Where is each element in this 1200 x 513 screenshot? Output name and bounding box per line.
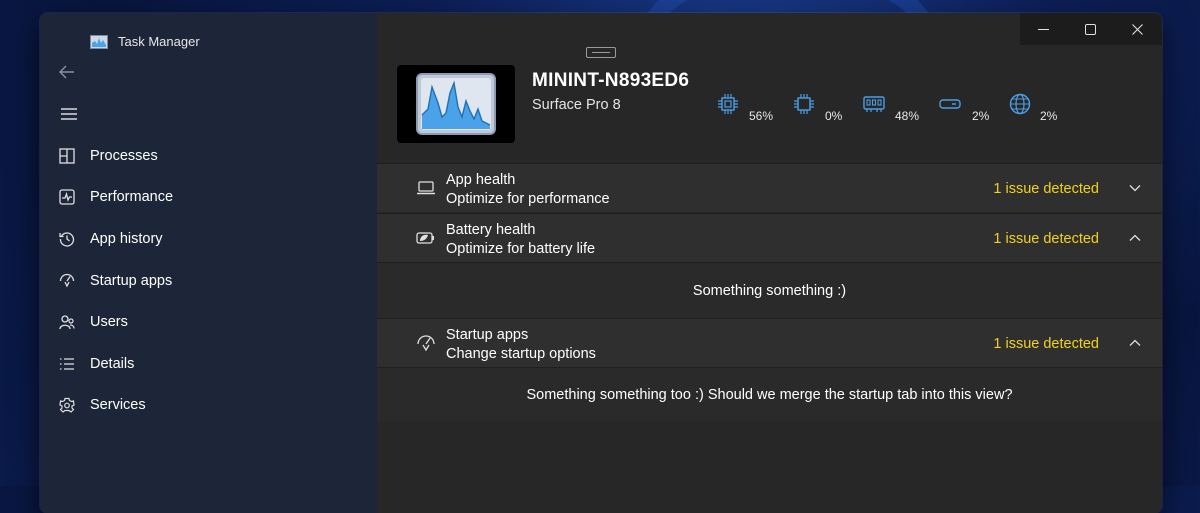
section-status: 1 issue detected xyxy=(993,181,1099,197)
performance-graph-icon xyxy=(416,73,496,135)
maximize-button[interactable] xyxy=(1067,13,1114,45)
sidebar-item-services[interactable]: Services xyxy=(40,385,377,427)
section-title: Battery health xyxy=(446,222,536,238)
sidebar-item-users[interactable]: Users xyxy=(40,301,377,343)
sidebar-item-label: Details xyxy=(90,355,135,372)
sidebar: Task Manager Processes Performance App h… xyxy=(40,13,377,513)
memory-icon xyxy=(863,96,885,112)
section-subtitle: Change startup options xyxy=(446,346,596,362)
metric-value: 56% xyxy=(749,109,774,123)
sidebar-item-label: Users xyxy=(90,314,128,331)
hamburger-icon xyxy=(61,108,77,120)
app-title: Task Manager xyxy=(118,34,200,49)
minimize-button[interactable] xyxy=(1020,13,1067,45)
hamburger-menu-button[interactable] xyxy=(58,103,80,125)
back-arrow-icon xyxy=(59,65,74,79)
main-content: MININT-N893ED6 Surface Pro 8 56% 0% 48% … xyxy=(377,13,1162,513)
battery-leaf-icon xyxy=(415,228,437,248)
task-manager-app-icon xyxy=(90,34,108,49)
metric-value: 0% xyxy=(825,109,843,123)
device-name: MININT-N893ED6 xyxy=(532,70,690,91)
sidebar-item-label: Performance xyxy=(90,189,174,206)
startup-gauge-icon xyxy=(415,333,437,353)
laptop-icon xyxy=(415,178,437,198)
battery-health-section: Battery health Optimize for battery life… xyxy=(377,213,1162,318)
minimize-icon xyxy=(1038,28,1049,30)
section-subtitle: Optimize for performance xyxy=(446,191,610,207)
task-manager-window: Task Manager Processes Performance App h… xyxy=(40,13,1162,513)
chevron-up-icon[interactable] xyxy=(1128,336,1142,350)
sidebar-item-startup-apps[interactable]: Startup apps xyxy=(40,260,377,302)
services-icon xyxy=(58,396,76,414)
close-icon xyxy=(1132,23,1143,35)
sidebar-item-app-history[interactable]: App history xyxy=(40,218,377,260)
close-button[interactable] xyxy=(1114,13,1161,45)
section-title: Startup apps xyxy=(446,327,529,343)
chevron-up-icon[interactable] xyxy=(1128,231,1142,245)
sidebar-item-label: App history xyxy=(90,230,163,247)
sidebar-item-processes[interactable]: Processes xyxy=(40,135,377,177)
section-header[interactable]: Startup apps Change startup options 1 is… xyxy=(377,319,1162,367)
window-controls xyxy=(1020,13,1162,45)
sidebar-item-label: Processes xyxy=(90,147,158,164)
device-model: Surface Pro 8 xyxy=(532,97,621,113)
section-status: 1 issue detected xyxy=(993,336,1099,352)
device-thumbnail xyxy=(397,65,515,143)
disk-icon xyxy=(939,99,961,109)
back-button[interactable] xyxy=(56,61,78,83)
sidebar-item-performance[interactable]: Performance xyxy=(40,177,377,219)
section-header[interactable]: App health Optimize for performance 1 is… xyxy=(377,164,1162,212)
sidebar-item-details[interactable]: Details xyxy=(40,343,377,385)
metric-value: 2% xyxy=(1040,109,1058,123)
drag-handle-icon[interactable] xyxy=(586,47,616,58)
users-icon xyxy=(58,313,76,331)
metric-value: 48% xyxy=(895,109,920,123)
details-icon xyxy=(58,355,76,373)
section-status: 1 issue detected xyxy=(993,231,1099,247)
sidebar-item-label: Services xyxy=(90,397,146,414)
processes-icon xyxy=(58,147,76,165)
sidebar-item-label: Startup apps xyxy=(90,272,173,289)
network-icon xyxy=(1009,93,1031,115)
app-health-section: App health Optimize for performance 1 is… xyxy=(377,163,1162,212)
section-body: Something something :) xyxy=(377,262,1162,318)
sidebar-nav: Processes Performance App history Startu… xyxy=(40,135,377,426)
maximize-icon xyxy=(1085,23,1096,35)
gpu-icon xyxy=(794,94,814,114)
performance-icon xyxy=(58,188,76,206)
metric-value: 2% xyxy=(972,109,990,123)
section-title: App health xyxy=(446,172,516,188)
section-header[interactable]: Battery health Optimize for battery life… xyxy=(377,214,1162,262)
startup-apps-section: Startup apps Change startup options 1 is… xyxy=(377,318,1162,421)
app-title-bar: Task Manager xyxy=(90,34,200,49)
startup-apps-icon xyxy=(58,272,76,290)
chevron-down-icon[interactable] xyxy=(1128,181,1142,195)
app-history-icon xyxy=(58,230,76,248)
section-body: Something something too :) Should we mer… xyxy=(377,367,1162,421)
section-subtitle: Optimize for battery life xyxy=(446,241,596,257)
cpu-icon xyxy=(718,94,738,114)
